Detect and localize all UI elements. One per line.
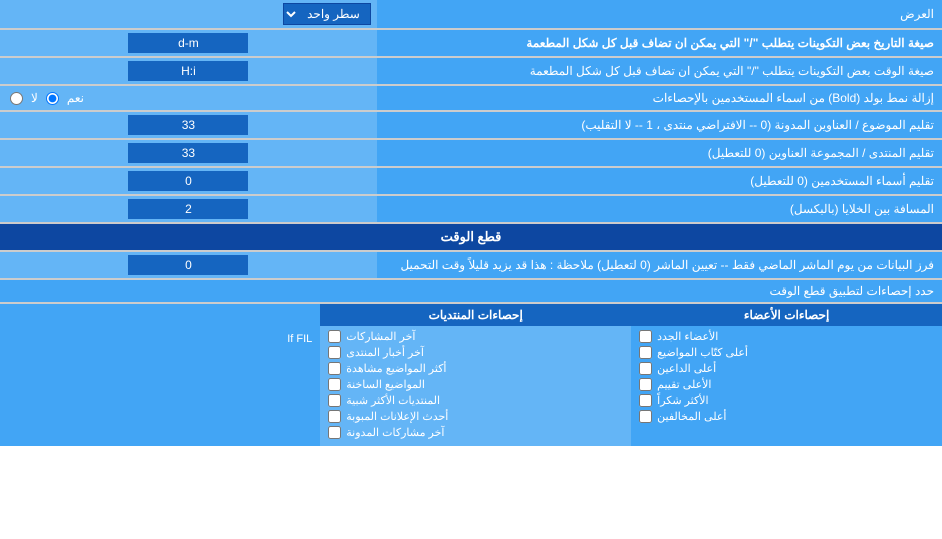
bold-label: إزالة نمط بولد (Bold) من اسماء المستخدمي… [377, 86, 942, 110]
forum-trim-input[interactable] [128, 143, 248, 163]
forum-checkboxes-col: آخر المشاركات آخر أخبار المنتدى أكثر الم… [320, 326, 631, 446]
checkbox-top-inviters-input[interactable] [639, 362, 652, 375]
topic-trim-label: تقليم الموضوع / العناوين المدونة (0 -- ا… [377, 112, 942, 138]
time-format-cell [0, 58, 377, 84]
cell-spacing-input[interactable] [128, 199, 248, 219]
checkbox-most-viewed-input[interactable] [328, 362, 341, 375]
username-trim-input[interactable] [128, 171, 248, 191]
date-format-input[interactable] [128, 33, 248, 53]
checkbox-top-topic-writers: أعلى كتّاب المواضيع [639, 346, 934, 359]
time-cutoff-header: قطع الوقت [0, 224, 942, 250]
bold-radio-cell: نعم لا [0, 86, 377, 110]
time-cutoff-cell [0, 252, 377, 278]
forum-stats-header: إحصاءات المنتديات [320, 304, 631, 326]
checkbox-new-members: الأعضاء الجدد [639, 330, 934, 343]
member-checkboxes-col: الأعضاء الجدد أعلى كتّاب المواضيع أعلى ا… [631, 326, 942, 446]
checkbox-top-topic-writers-input[interactable] [639, 346, 652, 359]
checkbox-most-similar-forums: المنتديات الأكثر شبية [328, 394, 623, 407]
checkbox-top-rated-input[interactable] [639, 378, 652, 391]
checkbox-latest-classified: أحدث الإعلانات المبوبة [328, 410, 623, 423]
radio-no[interactable] [10, 92, 23, 105]
radio-yes[interactable] [46, 92, 59, 105]
time-format-input[interactable] [128, 61, 248, 81]
checkbox-most-thanks: الأكثر شكراً [639, 394, 934, 407]
checkbox-last-forum-news: آخر أخبار المنتدى [328, 346, 623, 359]
checkbox-top-violators: أعلى المخالفين [639, 410, 934, 423]
username-trim-cell [0, 168, 377, 194]
display-select[interactable]: سطر واحد سطرين ثلاثة أسطر [283, 3, 371, 25]
section-label: العرض [377, 0, 942, 28]
radio-no-label: لا [31, 91, 38, 105]
time-cutoff-label: فرز البيانات من يوم الماشر الماضي فقط --… [377, 252, 942, 278]
if-fil-text: If FIL [8, 330, 312, 348]
checkbox-latest-classified-input[interactable] [328, 410, 341, 423]
time-cutoff-input[interactable] [128, 255, 248, 275]
empty-header [0, 304, 320, 326]
checkbox-last-forum-news-input[interactable] [328, 346, 341, 359]
top-select-cell: سطر واحد سطرين ثلاثة أسطر [0, 0, 377, 28]
checkbox-most-viewed: أكثر المواضيع مشاهدة [328, 362, 623, 375]
forum-trim-label: تقليم المنتدى / المجموعة العناوين (0 للت… [377, 140, 942, 166]
extra-col: If FIL [0, 326, 320, 446]
forum-trim-cell [0, 140, 377, 166]
checkboxes-area: إحصاءات الأعضاء إحصاءات المنتديات الأعضا… [0, 304, 942, 446]
checkbox-new-members-input[interactable] [639, 330, 652, 343]
topic-trim-cell [0, 112, 377, 138]
checkbox-last-blog-posts: آخر مشاركات المدونة [328, 426, 623, 439]
topic-trim-input[interactable] [128, 115, 248, 135]
checkbox-top-violators-input[interactable] [639, 410, 652, 423]
cell-spacing-cell [0, 196, 377, 222]
checkbox-hot-topics-input[interactable] [328, 378, 341, 391]
date-format-label: صيغة التاريخ بعض التكوينات يتطلب "/" الت… [377, 30, 942, 56]
cell-spacing-label: المسافة بين الخلايا (بالبكسل) [377, 196, 942, 222]
date-format-cell [0, 30, 377, 56]
time-format-label: صيغة الوقت بعض التكوينات يتطلب "/" التي … [377, 58, 942, 84]
radio-yes-label: نعم [67, 91, 84, 105]
limit-label: حدد إحصاءات لتطبيق قطع الوقت [0, 280, 942, 302]
checkbox-top-inviters: أعلى الداعين [639, 362, 934, 375]
username-trim-label: تقليم أسماء المستخدمين (0 للتعطيل) [377, 168, 942, 194]
member-stats-header: إحصاءات الأعضاء [631, 304, 942, 326]
checkbox-hot-topics: المواضيع الساخنة [328, 378, 623, 391]
checkbox-last-posts: آخر المشاركات [328, 330, 623, 343]
checkbox-most-thanks-input[interactable] [639, 394, 652, 407]
checkbox-most-similar-forums-input[interactable] [328, 394, 341, 407]
checkbox-last-posts-input[interactable] [328, 330, 341, 343]
checkbox-top-rated: الأعلى تقييم [639, 378, 934, 391]
checkbox-last-blog-posts-input[interactable] [328, 426, 341, 439]
